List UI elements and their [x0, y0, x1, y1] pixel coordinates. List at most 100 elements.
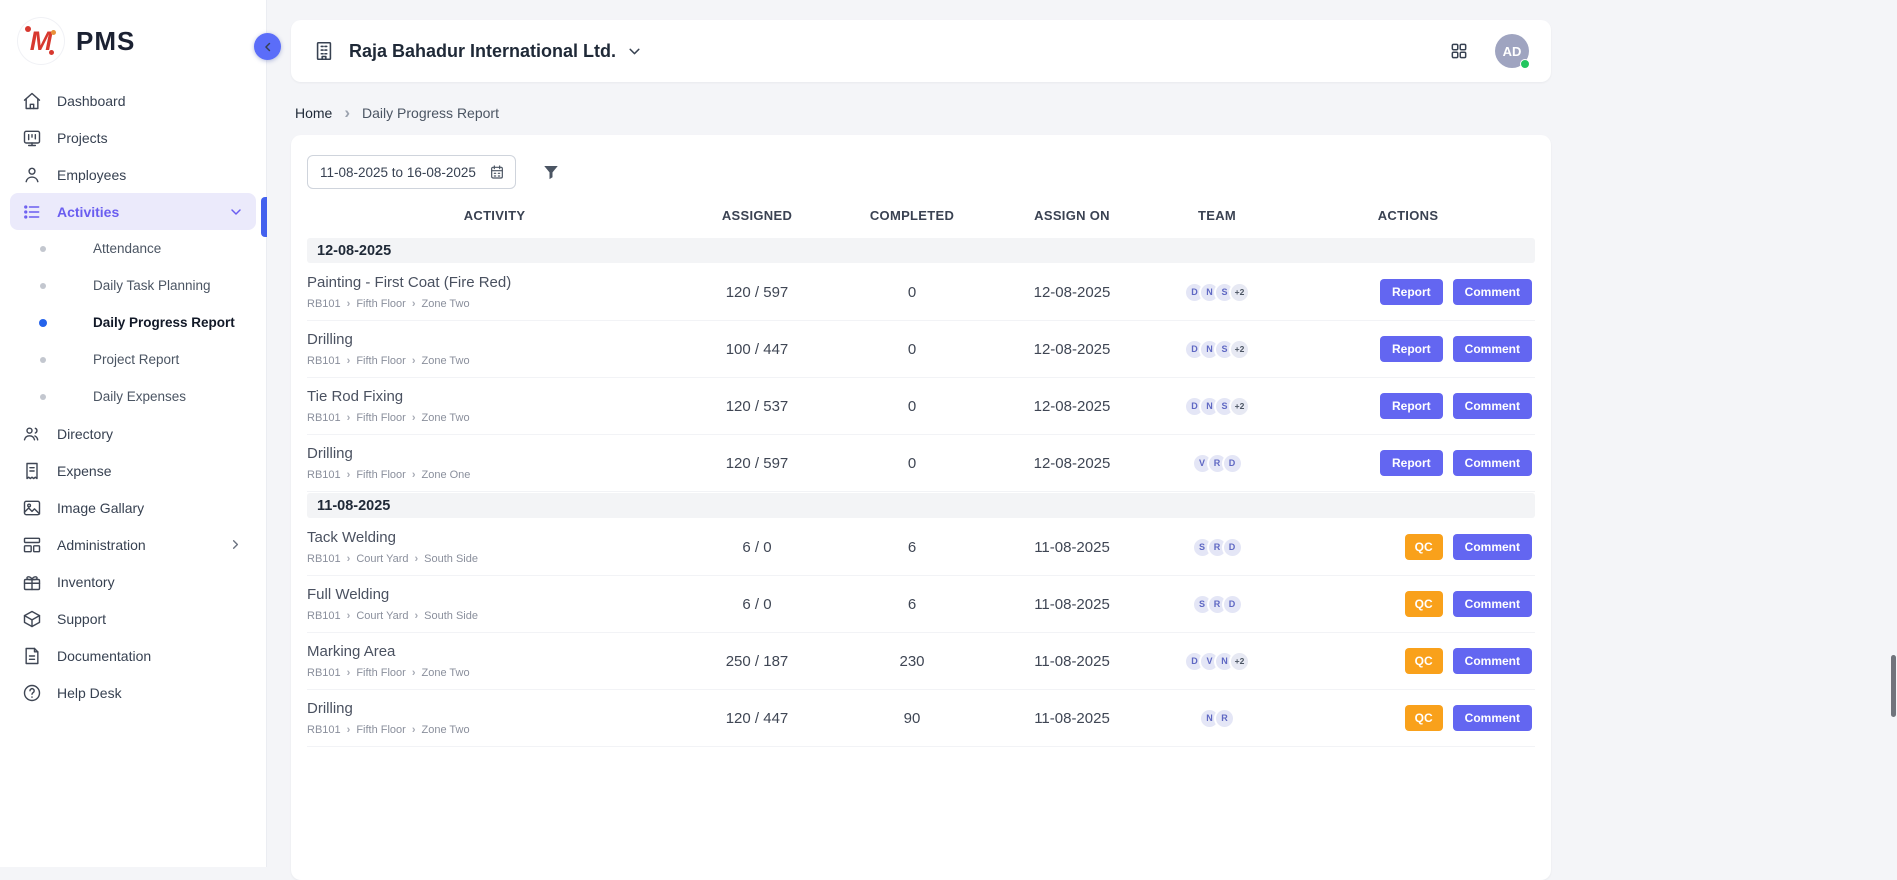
sidebar-item-administration[interactable]: Administration	[10, 526, 256, 563]
qc-button[interactable]: QC	[1405, 591, 1443, 617]
activity-cell: Marking AreaRB101›Fifth Floor›Zone Two	[307, 643, 682, 679]
completed-cell: 90	[832, 710, 992, 727]
chevron-right-icon: ›	[347, 355, 351, 367]
activity-location-path: RB101›Fifth Floor›Zone Two	[307, 724, 672, 736]
comment-button[interactable]: Comment	[1453, 591, 1532, 617]
sidebar-item-expense[interactable]: Expense	[10, 452, 256, 489]
image-icon	[22, 498, 42, 518]
path-segment: South Side	[424, 610, 478, 622]
sidebar-item-help-desk[interactable]: Help Desk	[10, 674, 256, 711]
actions-cell: QC Comment	[1282, 534, 1534, 560]
qc-button[interactable]: QC	[1405, 648, 1443, 674]
building-icon	[313, 40, 335, 62]
sidebar-item-label: Image Gallary	[57, 500, 244, 516]
sidebar-subitem-daily-task-planning[interactable]: Daily Task Planning	[10, 267, 256, 304]
path-segment: Fifth Floor	[356, 298, 406, 310]
path-segment: RB101	[307, 667, 341, 679]
active-indicator-bar	[261, 197, 267, 237]
report-button[interactable]: Report	[1380, 450, 1443, 476]
chevron-right-icon: ›	[347, 469, 351, 481]
path-segment: RB101	[307, 355, 341, 367]
company-selector[interactable]: Raja Bahadur International Ltd.	[349, 41, 643, 62]
table-row: Tie Rod FixingRB101›Fifth Floor›Zone Two…	[307, 378, 1535, 435]
sidebar-item-label: Documentation	[57, 648, 244, 664]
chevron-right-icon: ›	[347, 610, 351, 622]
activity-title: Drilling	[307, 445, 672, 462]
sidebar-collapse-button[interactable]	[254, 33, 281, 60]
comment-button[interactable]: Comment	[1453, 279, 1532, 305]
sidebar-item-inventory[interactable]: Inventory	[10, 563, 256, 600]
column-header-assign-on: ASSIGN ON	[992, 208, 1152, 223]
table-header: ACTIVITY ASSIGNED COMPLETED ASSIGN ON TE…	[307, 193, 1535, 237]
activity-cell: Drilling RB101›Fifth Floor›Zone One	[307, 445, 682, 481]
activity-location-path: RB101›Fifth Floor›Zone Two	[307, 412, 672, 424]
report-button[interactable]: Report	[1380, 393, 1443, 419]
sidebar-subitem-attendance[interactable]: Attendance	[10, 230, 256, 267]
sidebar-item-employees[interactable]: Employees	[10, 156, 256, 193]
avatar[interactable]: AD	[1495, 34, 1529, 68]
activity-cell: Full WeldingRB101›Court Yard›South Side	[307, 586, 682, 622]
breadcrumb-current: Daily Progress Report	[362, 105, 499, 121]
column-header-team: TEAM	[1152, 208, 1282, 223]
sidebar-item-label: Inventory	[57, 574, 244, 590]
completed-cell: 0	[832, 284, 992, 301]
comment-button[interactable]: Comment	[1453, 648, 1532, 674]
team-cell: SRD	[1152, 537, 1282, 558]
date-group-header: 12-08-2025	[307, 238, 1535, 263]
calendar-icon	[489, 164, 505, 180]
breadcrumb-home[interactable]: Home	[295, 105, 332, 121]
chevron-right-icon	[228, 537, 244, 553]
date-range-input[interactable]: 11-08-2025 to 16-08-2025	[307, 155, 516, 189]
sidebar: M PMS DashboardProjectsEmployeesActiviti…	[0, 0, 267, 867]
sidebar-item-support[interactable]: Support	[10, 600, 256, 637]
sidebar-subitem-daily-progress-report[interactable]: Daily Progress Report	[10, 304, 256, 341]
sidebar-item-image-gallary[interactable]: Image Gallary	[10, 489, 256, 526]
assigned-cell: 120 / 537	[682, 398, 832, 415]
report-button[interactable]: Report	[1380, 336, 1443, 362]
company-name: Raja Bahadur International Ltd.	[349, 41, 616, 62]
activities-icon	[22, 202, 42, 222]
bullet-icon	[40, 357, 46, 363]
comment-button[interactable]: Comment	[1453, 534, 1532, 560]
chevron-right-icon: ›	[415, 610, 419, 622]
team-avatar: D	[1222, 453, 1243, 474]
home-icon	[22, 91, 42, 111]
team-cell: DNS+2	[1152, 396, 1282, 417]
sidebar-item-directory[interactable]: Directory	[10, 415, 256, 452]
bullet-icon	[40, 246, 46, 252]
qc-button[interactable]: QC	[1405, 705, 1443, 731]
sidebar-item-documentation[interactable]: Documentation	[10, 637, 256, 674]
assigned-cell: 120 / 597	[682, 284, 832, 301]
comment-button[interactable]: Comment	[1453, 450, 1532, 476]
sidebar-subitem-daily-expenses[interactable]: Daily Expenses	[10, 378, 256, 415]
comment-button[interactable]: Comment	[1453, 336, 1532, 362]
filter-icon[interactable]	[542, 163, 560, 181]
path-segment: RB101	[307, 724, 341, 736]
report-button[interactable]: Report	[1380, 279, 1443, 305]
comment-button[interactable]: Comment	[1453, 393, 1532, 419]
sidebar-item-dashboard[interactable]: Dashboard	[10, 82, 256, 119]
chevron-down-icon	[228, 204, 244, 220]
sidebar-subitem-project-report[interactable]: Project Report	[10, 341, 256, 378]
path-segment: RB101	[307, 553, 341, 565]
assign-on-cell: 11-08-2025	[992, 596, 1152, 613]
column-header-completed: COMPLETED	[832, 208, 992, 223]
chevron-right-icon: ›	[347, 412, 351, 424]
sidebar-item-activities[interactable]: Activities	[10, 193, 256, 230]
sidebar-subitem-label: Daily Expenses	[93, 389, 186, 404]
comment-button[interactable]: Comment	[1453, 705, 1532, 731]
path-segment: RB101	[307, 298, 341, 310]
activity-location-path: RB101›Fifth Floor›Zone One	[307, 469, 672, 481]
group-date: 11-08-2025	[317, 498, 390, 514]
qc-button[interactable]: QC	[1405, 534, 1443, 560]
chevron-right-icon: ›	[412, 469, 416, 481]
path-segment: Fifth Floor	[356, 667, 406, 679]
chevron-right-icon: ›	[347, 298, 351, 310]
apps-grid-icon[interactable]	[1449, 41, 1469, 61]
sidebar-subitem-label: Daily Progress Report	[93, 315, 235, 330]
sidebar-item-projects[interactable]: Projects	[10, 119, 256, 156]
bullet-icon	[40, 394, 46, 400]
scrollbar[interactable]	[1891, 655, 1896, 717]
actions-cell: Report Comment	[1282, 279, 1534, 305]
path-segment: Fifth Floor	[356, 412, 406, 424]
